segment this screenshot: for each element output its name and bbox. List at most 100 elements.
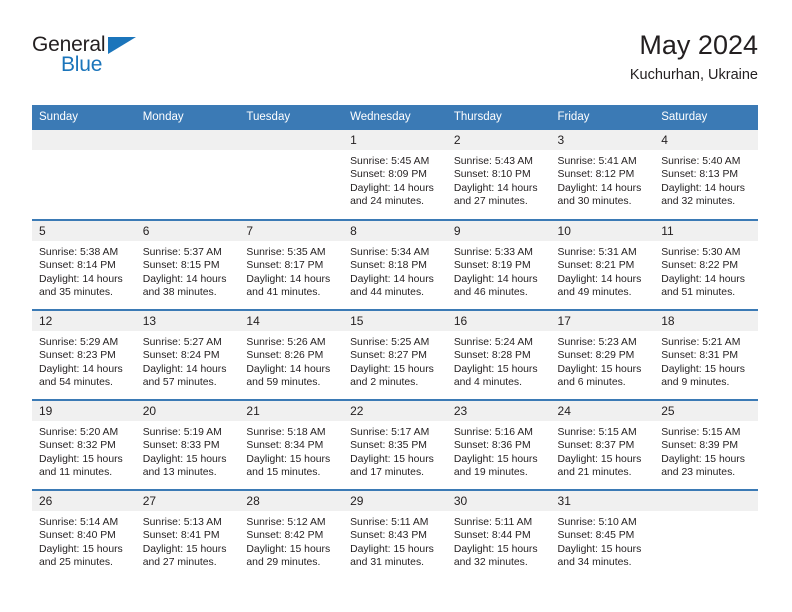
calendar-day-cell[interactable]: 10 Sunrise: 5:31 AM Sunset: 8:21 PM Dayligh… [550, 219, 655, 310]
day-detail-line: Sunrise: 5:33 AM [453, 247, 533, 258]
day-number: 16 [446, 311, 551, 331]
calendar-day-cell[interactable]: 23 Sunrise: 5:16 AM Sunset: 8:36 PM Dayligh… [446, 399, 551, 490]
day-number: 17 [550, 311, 655, 331]
calendar-page: General Blue May 2024 Kuchurhan, Ukraine… [0, 0, 792, 612]
day-detail-line: Sunset: 8:10 PM [453, 169, 531, 181]
day-detail-line: Sunset: 8:27 PM [350, 350, 427, 362]
calendar-day-cell[interactable]: 19 Sunrise: 5:20 AM Sunset: 8:32 PM Dayligh… [32, 399, 136, 490]
calendar-day-cell[interactable]: 3 Sunrise: 5:41 AM Sunset: 8:12 PM Daylight… [550, 130, 655, 220]
day-sun-details: Sunrise: 5:43 AM Sunset: 8:10 PM Daylight:… [447, 150, 551, 209]
calendar-day-cell[interactable]: 27 Sunrise: 5:13 AM Sunset: 8:41 PM Dayligh… [135, 489, 240, 580]
day-number: 10 [550, 221, 655, 241]
day-detail-line: and 19 minutes. [453, 467, 528, 479]
day-number: 31 [550, 491, 655, 511]
day-sun-details: Sunrise: 5:27 AM Sunset: 8:24 PM Daylight:… [136, 331, 240, 390]
day-sun-details [136, 150, 240, 155]
day-detail-line: and 27 minutes. [142, 557, 217, 569]
weekday-header-saturday: Saturday [654, 105, 758, 130]
day-detail-line: Daylight: 14 hours [39, 273, 123, 285]
calendar-body: 1 Sunrise: 5:45 AM Sunset: 8:09 PM Daylight… [32, 130, 758, 580]
day-detail-line: Daylight: 14 hours [453, 273, 538, 285]
day-detail-line: and 41 minutes. [246, 287, 321, 299]
day-detail-line: and 51 minutes. [661, 287, 736, 299]
calendar-day-cell[interactable]: 31 Sunrise: 5:10 AM Sunset: 8:45 PM Dayligh… [550, 489, 655, 580]
day-sun-details: Sunrise: 5:29 AM Sunset: 8:23 PM Daylight:… [32, 331, 136, 390]
calendar-day-cell[interactable]: 7 Sunrise: 5:35 AM Sunset: 8:17 PM Daylight… [239, 219, 344, 310]
day-detail-line: Sunrise: 5:45 AM [350, 156, 430, 167]
day-detail-line: and 59 minutes. [246, 377, 321, 389]
day-detail-line: and 29 minutes. [246, 557, 321, 569]
day-detail-line: Sunrise: 5:23 AM [557, 337, 637, 348]
calendar-day-cell[interactable]: 14 Sunrise: 5:26 AM Sunset: 8:26 PM Dayligh… [239, 309, 344, 400]
calendar-day-cell[interactable]: 21 Sunrise: 5:18 AM Sunset: 8:34 PM Dayligh… [239, 399, 344, 490]
day-sun-details: Sunrise: 5:30 AM Sunset: 8:22 PM Daylight:… [654, 241, 758, 300]
day-sun-details: Sunrise: 5:14 AM Sunset: 8:40 PM Daylight:… [32, 511, 136, 570]
calendar-day-cell[interactable]: 22 Sunrise: 5:17 AM Sunset: 8:35 PM Dayligh… [343, 399, 447, 490]
day-sun-details: Sunrise: 5:10 AM Sunset: 8:45 PM Daylight:… [551, 511, 655, 570]
calendar-day-cell[interactable]: 12 Sunrise: 5:29 AM Sunset: 8:23 PM Dayligh… [32, 309, 136, 400]
day-detail-line: and 21 minutes. [557, 467, 632, 479]
day-detail-line: Sunset: 8:12 PM [557, 169, 635, 181]
day-number: 12 [32, 311, 136, 331]
triangle-icon [108, 37, 136, 54]
day-detail-line: Sunset: 8:35 PM [350, 440, 427, 452]
calendar-day-cell[interactable]: 16 Sunrise: 5:24 AM Sunset: 8:28 PM Dayligh… [446, 309, 551, 400]
day-detail-line: Sunrise: 5:11 AM [453, 517, 533, 528]
calendar-day-cell[interactable]: 26 Sunrise: 5:14 AM Sunset: 8:40 PM Dayligh… [32, 489, 136, 580]
calendar-day-cell[interactable]: 5 Sunrise: 5:38 AM Sunset: 8:14 PM Daylight… [32, 219, 136, 310]
day-sun-details: Sunrise: 5:11 AM Sunset: 8:43 PM Daylight:… [343, 511, 447, 570]
weekday-header-sunday: Sunday [32, 105, 136, 130]
day-number: 7 [239, 221, 344, 241]
day-detail-line: Sunset: 8:36 PM [453, 440, 531, 452]
day-detail-line: Sunrise: 5:26 AM [246, 337, 326, 348]
day-detail-line: Sunset: 8:33 PM [142, 440, 220, 452]
day-sun-details: Sunrise: 5:20 AM Sunset: 8:32 PM Daylight:… [32, 421, 136, 480]
calendar-day-cell[interactable]: 1 Sunrise: 5:45 AM Sunset: 8:09 PM Daylight… [343, 130, 447, 220]
day-detail-line: Sunrise: 5:12 AM [246, 517, 326, 528]
day-detail-line: Sunset: 8:43 PM [350, 530, 427, 542]
day-detail-line: Sunset: 8:40 PM [39, 530, 116, 542]
day-detail-line: Sunset: 8:14 PM [39, 260, 116, 272]
calendar-day-cell[interactable]: 17 Sunrise: 5:23 AM Sunset: 8:29 PM Dayligh… [550, 309, 655, 400]
day-detail-line: Daylight: 15 hours [142, 543, 227, 555]
calendar-day-cell[interactable]: 28 Sunrise: 5:12 AM Sunset: 8:42 PM Dayligh… [239, 489, 344, 580]
calendar-day-cell[interactable]: 13 Sunrise: 5:27 AM Sunset: 8:24 PM Dayligh… [135, 309, 240, 400]
day-detail-line: Sunrise: 5:38 AM [39, 247, 119, 258]
day-detail-line: Daylight: 15 hours [557, 543, 642, 555]
calendar-day-cell[interactable]: 8 Sunrise: 5:34 AM Sunset: 8:18 PM Daylight… [343, 219, 447, 310]
day-detail-line: Daylight: 15 hours [453, 363, 538, 375]
day-sun-details: Sunrise: 5:23 AM Sunset: 8:29 PM Daylight:… [551, 331, 655, 390]
day-number: 14 [239, 311, 344, 331]
day-number: 4 [654, 130, 758, 150]
day-detail-line: Sunrise: 5:13 AM [142, 517, 222, 528]
calendar-day-cell[interactable]: 9 Sunrise: 5:33 AM Sunset: 8:19 PM Daylight… [446, 219, 551, 310]
day-number: 19 [32, 401, 136, 421]
day-number: 27 [135, 491, 240, 511]
day-sun-details: Sunrise: 5:34 AM Sunset: 8:18 PM Daylight:… [343, 241, 447, 300]
day-detail-line: Daylight: 15 hours [350, 363, 434, 375]
calendar-day-cell[interactable]: 15 Sunrise: 5:25 AM Sunset: 8:27 PM Dayligh… [343, 309, 447, 400]
title-block: May 2024 Kuchurhan, Ukraine [630, 28, 758, 86]
calendar-day-cell[interactable]: 2 Sunrise: 5:43 AM Sunset: 8:10 PM Daylight… [446, 130, 551, 220]
calendar-day-cell[interactable]: 6 Sunrise: 5:37 AM Sunset: 8:15 PM Daylight… [135, 219, 240, 310]
calendar-day-cell[interactable]: 29 Sunrise: 5:11 AM Sunset: 8:43 PM Dayligh… [343, 489, 447, 580]
calendar-day-cell[interactable]: 25 Sunrise: 5:15 AM Sunset: 8:39 PM Dayligh… [654, 399, 758, 490]
day-sun-details: Sunrise: 5:16 AM Sunset: 8:36 PM Daylight:… [447, 421, 551, 480]
day-detail-line: Daylight: 14 hours [661, 182, 745, 194]
day-detail-line: Sunset: 8:41 PM [142, 530, 220, 542]
calendar-day-cell[interactable]: 18 Sunrise: 5:21 AM Sunset: 8:31 PM Dayligh… [654, 309, 758, 400]
calendar-day-cell[interactable]: 20 Sunrise: 5:19 AM Sunset: 8:33 PM Dayligh… [135, 399, 240, 490]
calendar-day-cell[interactable]: 24 Sunrise: 5:15 AM Sunset: 8:37 PM Dayligh… [550, 399, 655, 490]
day-detail-line: Daylight: 14 hours [350, 273, 434, 285]
day-detail-line: Sunset: 8:37 PM [557, 440, 635, 452]
page-subtitle: Kuchurhan, Ukraine [629, 67, 758, 83]
day-detail-line: and 25 minutes. [39, 557, 113, 569]
day-sun-details [239, 150, 343, 155]
day-detail-line: Sunrise: 5:17 AM [350, 427, 430, 438]
calendar-day-cell[interactable]: 30 Sunrise: 5:11 AM Sunset: 8:44 PM Dayligh… [446, 489, 551, 580]
calendar-day-cell[interactable]: 11 Sunrise: 5:30 AM Sunset: 8:22 PM Dayligh… [654, 219, 758, 310]
day-detail-line: Sunrise: 5:20 AM [39, 427, 119, 438]
day-detail-line: Daylight: 15 hours [39, 543, 123, 555]
day-detail-line: Daylight: 15 hours [661, 453, 745, 465]
calendar-day-cell[interactable]: 4 Sunrise: 5:40 AM Sunset: 8:13 PM Daylight… [654, 130, 758, 220]
